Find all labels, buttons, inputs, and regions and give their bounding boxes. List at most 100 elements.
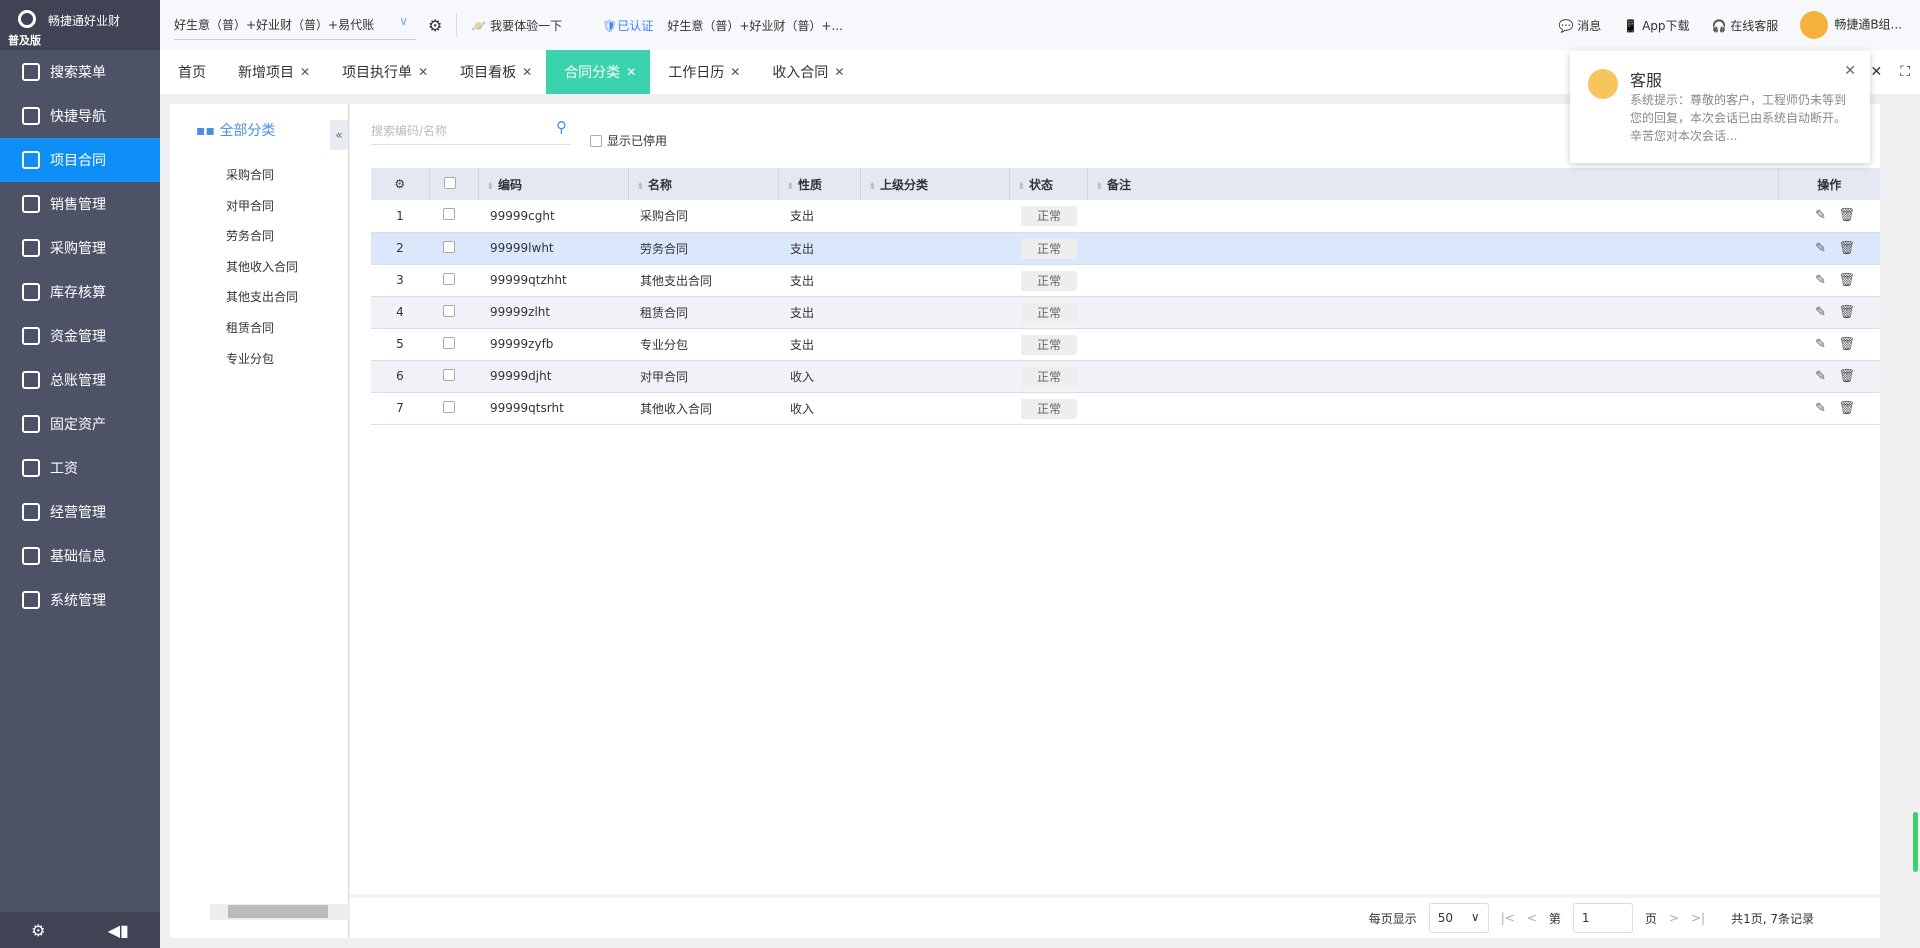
search-icon[interactable]: ⚲ [556, 118, 567, 136]
experience-link[interactable]: 🪐 我要体验一下 [471, 17, 562, 34]
show-disabled-checkbox[interactable]: 显示已停用 [590, 132, 667, 149]
tree-node[interactable]: 其他收入合同 [226, 258, 298, 275]
close-icon[interactable]: ✕ [1844, 63, 1856, 79]
edit-icon[interactable]: ✎ [1815, 305, 1826, 320]
next-page-icon[interactable]: > [1669, 911, 1679, 925]
sidebar-item[interactable]: 工资 [0, 446, 160, 490]
close-icon[interactable]: ✕ [626, 65, 636, 79]
edit-icon[interactable]: ✎ [1815, 369, 1826, 384]
row-checkbox[interactable] [429, 232, 478, 265]
prev-page-icon[interactable]: < [1527, 911, 1537, 925]
fullscreen-icon[interactable]: ⛶ [1900, 64, 1910, 80]
row-checkbox[interactable] [429, 296, 478, 329]
first-page-icon[interactable]: |< [1501, 911, 1515, 925]
close-icon[interactable]: ✕ [730, 65, 740, 79]
tab[interactable]: 新增项目 ✕ [220, 50, 324, 94]
tree-node[interactable]: 专业分包 [226, 350, 274, 367]
delete-icon[interactable]: 🗑 [1838, 401, 1855, 416]
tree-node[interactable]: 其他支出合同 [226, 288, 298, 305]
delete-icon[interactable]: 🗑 [1838, 369, 1855, 384]
close-icon[interactable]: ✕ [522, 65, 532, 79]
online-service-button[interactable]: 🎧 在线客服 [1712, 17, 1779, 34]
sidebar-item[interactable]: 总账管理 [0, 358, 160, 402]
sidebar-item[interactable]: 销售管理 [0, 182, 160, 226]
table-row[interactable]: 1 99999cght 采购合同 支出 正常 ✎ 🗑 [371, 200, 1880, 233]
edit-icon[interactable]: ✎ [1815, 337, 1826, 352]
collapse-tree-button[interactable]: « [330, 120, 348, 150]
close-icon[interactable]: ✕ [418, 65, 428, 79]
delete-icon[interactable]: 🗑 [1838, 305, 1855, 320]
edit-icon[interactable]: ✎ [1815, 241, 1826, 256]
sidebar-item[interactable]: 采购管理 [0, 226, 160, 270]
edit-icon[interactable]: ✎ [1815, 401, 1826, 416]
tree-node[interactable]: 劳务合同 [226, 227, 274, 244]
popup-message[interactable]: 系统提示：尊敬的客户，工程师仍未等到您的回复，本次会话已由系统自动断开。辛苦您对… [1630, 91, 1855, 145]
column-name[interactable]: ⬍ 名称 [628, 168, 779, 200]
close-all-tabs-icon[interactable]: ✕ [1870, 64, 1882, 80]
select-all-checkbox[interactable] [429, 168, 479, 200]
user-menu[interactable]: 畅捷通B组... [1800, 11, 1902, 39]
sidebar-item[interactable]: 项目合同 [0, 138, 160, 182]
edit-icon[interactable]: ✎ [1815, 208, 1826, 223]
edition-label: 普及版 [8, 34, 41, 47]
column-note[interactable]: ⬍ 备注 [1087, 168, 1779, 200]
page-input[interactable]: 1 [1572, 903, 1633, 933]
tab[interactable]: 项目看板 ✕ [442, 50, 546, 94]
table-row[interactable]: 3 99999qtzhht 其他支出合同 支出 正常 ✎ 🗑 [371, 264, 1880, 297]
column-code[interactable]: ⬍ 编码 [478, 168, 629, 200]
tree-node[interactable]: 采购合同 [226, 166, 274, 183]
column-settings-icon[interactable]: ⚙ [371, 168, 430, 200]
settings-icon[interactable]: ⚙ [31, 921, 45, 940]
close-icon[interactable]: ✕ [300, 65, 310, 79]
collapse-sidebar-icon[interactable]: ◀▮ [108, 921, 129, 940]
row-checkbox[interactable] [429, 328, 478, 361]
delete-icon[interactable]: 🗑 [1838, 273, 1855, 288]
sidebar-item[interactable]: 快捷导航 [0, 94, 160, 138]
workspace-select[interactable]: 好生意（普）+好业财（普）+易代账 ∨ [174, 10, 416, 40]
search-input[interactable]: 搜索编码/名称 ⚲ [371, 118, 571, 145]
sidebar-item[interactable]: 经营管理 [0, 490, 160, 534]
table-row[interactable]: 2 99999lwht 劳务合同 支出 正常 ✎ 🗑 [371, 232, 1880, 265]
tab[interactable]: 首页 [160, 50, 220, 94]
horizontal-scrollbar[interactable] [210, 904, 349, 920]
close-icon[interactable]: ✕ [834, 65, 844, 79]
row-checkbox[interactable] [429, 200, 478, 233]
edit-icon[interactable]: ✎ [1815, 273, 1826, 288]
system-icon [22, 591, 40, 609]
row-checkbox[interactable] [429, 360, 478, 393]
checkbox[interactable] [590, 134, 602, 147]
sidebar-item[interactable]: 库存核算 [0, 270, 160, 314]
app-download-button[interactable]: 📱 App下载 [1623, 17, 1689, 34]
delete-icon[interactable]: 🗑 [1838, 241, 1855, 256]
column-status[interactable]: ⬍ 状态 [1009, 168, 1088, 200]
sidebar-item[interactable]: 基础信息 [0, 534, 160, 578]
scrollbar-thumb[interactable] [228, 905, 328, 918]
tab[interactable]: 收入合同 ✕ [754, 50, 858, 94]
messages-button[interactable]: 💬 消息 [1559, 17, 1602, 34]
table-row[interactable]: 6 99999djht 对甲合同 收入 正常 ✎ 🗑 [371, 360, 1880, 393]
vertical-scrollbar[interactable] [1913, 812, 1918, 872]
gear-icon[interactable]: ⚙ [428, 16, 442, 35]
sidebar-item[interactable]: 资金管理 [0, 314, 160, 358]
table-row[interactable]: 4 99999zlht 租赁合同 支出 正常 ✎ 🗑 [371, 296, 1880, 329]
delete-icon[interactable]: 🗑 [1838, 208, 1855, 223]
per-page-select[interactable]: 50 ∨ [1428, 903, 1489, 933]
row-checkbox[interactable] [429, 264, 478, 297]
tab[interactable]: 合同分类 ✕ [546, 50, 651, 94]
sidebar-item[interactable]: 搜索菜单 [0, 50, 160, 94]
tree-root[interactable]: ▪▪ 全部分类 [196, 120, 275, 140]
row-checkbox[interactable] [429, 392, 478, 425]
delete-icon[interactable]: 🗑 [1838, 337, 1855, 352]
sidebar-item[interactable]: 系统管理 [0, 578, 160, 622]
table-row[interactable]: 5 99999zyfb 专业分包 支出 正常 ✎ 🗑 [371, 328, 1880, 361]
column-type[interactable]: ⬍ 性质 [778, 168, 861, 200]
tree-node[interactable]: 租赁合同 [226, 319, 274, 336]
column-parent[interactable]: ⬍ 上级分类 [860, 168, 1010, 200]
tree-node[interactable]: 对甲合同 [226, 197, 274, 214]
tab[interactable]: 项目执行单 ✕ [324, 50, 442, 94]
company-name[interactable]: 好生意（普）+好业财（普）+... [667, 17, 843, 34]
table-row[interactable]: 7 99999qtsrht 其他收入合同 收入 正常 ✎ 🗑 [371, 392, 1880, 425]
sidebar-item[interactable]: 固定资产 [0, 402, 160, 446]
tab[interactable]: 工作日历 ✕ [650, 50, 754, 94]
last-page-icon[interactable]: >| [1691, 911, 1705, 925]
